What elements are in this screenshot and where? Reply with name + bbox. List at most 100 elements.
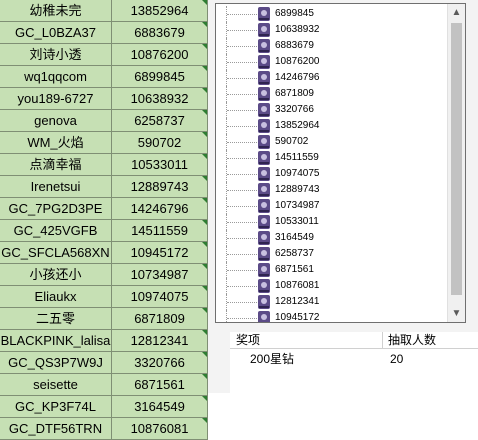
name-cell[interactable]: 二五零 [0, 308, 112, 330]
name-cell[interactable]: you189-6727 [0, 88, 112, 110]
name-cell[interactable]: GC_7PG2D3PE [0, 198, 112, 220]
id-cell[interactable]: 13852964 [112, 0, 208, 22]
name-cell[interactable]: GC_KP3F74L [0, 396, 112, 418]
tree-line [226, 310, 228, 322]
user-avatar-icon [258, 167, 270, 181]
name-cell[interactable]: 小孩还小 [0, 264, 112, 286]
id-cell[interactable]: 10974075 [112, 286, 208, 308]
scroll-down-icon[interactable]: ▼ [448, 305, 465, 322]
sheet-row: 幼稚未完 13852964 [0, 0, 208, 22]
list-item[interactable]: 10734987 [216, 198, 447, 214]
id-cell[interactable]: 6871809 [112, 308, 208, 330]
sheet-row: GC_7PG2D3PE 14246796 [0, 198, 208, 220]
id-cell[interactable]: 14511559 [112, 220, 208, 242]
list-item-label: 12889743 [275, 184, 320, 195]
name-cell[interactable]: Eliaukx [0, 286, 112, 308]
name-cell[interactable]: WM_火焰 [0, 132, 112, 154]
list-item[interactable]: 6871561 [216, 262, 447, 278]
id-cell-text: 13852964 [130, 3, 189, 18]
id-cell[interactable]: 6883679 [112, 22, 208, 44]
list-item[interactable]: 3164549 [216, 230, 447, 246]
tree-connector [227, 206, 259, 207]
id-cell[interactable]: 6258737 [112, 110, 208, 132]
name-cell[interactable]: genova [0, 110, 112, 132]
list-item[interactable]: 14246796 [216, 70, 447, 86]
comment-marker-icon [202, 242, 207, 247]
id-cell[interactable]: 10876081 [112, 418, 208, 440]
id-dropdown-list[interactable]: 6899845 10638932 6883679 10876200 14246796 68… [215, 3, 466, 323]
user-avatar-icon [258, 23, 270, 37]
name-cell[interactable]: 点滴幸福 [0, 154, 112, 176]
list-item[interactable]: 590702 [216, 134, 447, 150]
comment-marker-icon [202, 176, 207, 181]
id-cell-text: 12812341 [130, 333, 189, 348]
comment-marker-icon [202, 154, 207, 159]
id-cell[interactable]: 10533011 [112, 154, 208, 176]
id-cell[interactable]: 12812341 [112, 330, 208, 352]
tree-connector [227, 46, 259, 47]
name-cell[interactable]: GC_DTF56TRN [0, 418, 112, 440]
list-item[interactable]: 10638932 [216, 22, 447, 38]
sheet-row: GC_DTF56TRN 10876081 [0, 418, 208, 440]
name-cell[interactable]: GC_425VGFB [0, 220, 112, 242]
comment-marker-icon [202, 374, 207, 379]
tree-connector [227, 110, 259, 111]
list-item[interactable]: 14511559 [216, 150, 447, 166]
list-item[interactable]: 6871809 [216, 86, 447, 102]
id-cell[interactable]: 590702 [112, 132, 208, 154]
id-cell[interactable]: 10638932 [112, 88, 208, 110]
list-item[interactable]: 6258737 [216, 246, 447, 262]
name-cell[interactable]: GC_SFCLA568XN [0, 242, 112, 264]
id-cell[interactable]: 14246796 [112, 198, 208, 220]
user-avatar-icon [258, 39, 270, 53]
list-item[interactable]: 3320766 [216, 102, 447, 118]
count-header: 抽取人数 [388, 333, 437, 347]
list-item[interactable]: 6883679 [216, 38, 447, 54]
id-cell-text: 14511559 [131, 223, 188, 238]
dropdown-scrollbar[interactable]: ▲ ▼ [447, 4, 465, 322]
id-cell[interactable]: 6899845 [112, 66, 208, 88]
scroll-up-icon[interactable]: ▲ [448, 4, 465, 21]
scroll-thumb[interactable] [451, 23, 462, 295]
list-item[interactable]: 12889743 [216, 182, 447, 198]
comment-marker-icon [202, 66, 207, 71]
list-item[interactable]: 10974075 [216, 166, 447, 182]
name-cell[interactable]: GC_QS3P7W9J [0, 352, 112, 374]
prize-cell: 200星钻 [250, 352, 295, 366]
sheet-row: GC_QS3P7W9J 3320766 [0, 352, 208, 374]
list-item[interactable]: 10945172 [216, 310, 447, 322]
sheet-row: GC_425VGFB 14511559 [0, 220, 208, 242]
list-item[interactable]: 13852964 [216, 118, 447, 134]
list-item[interactable]: 10876081 [216, 278, 447, 294]
tree-connector [227, 318, 259, 319]
name-cell[interactable]: BLACKPINK_lalisa [0, 330, 112, 352]
sheet-row: WM_火焰 590702 [0, 132, 208, 154]
name-cell[interactable]: wq1qqcom [0, 66, 112, 88]
id-cell-text: 3320766 [134, 355, 185, 370]
id-cell-text: 6883679 [134, 25, 185, 40]
list-item[interactable]: 10533011 [216, 214, 447, 230]
name-cell[interactable]: 刘诗小透 [0, 44, 112, 66]
tree-connector [227, 78, 259, 79]
name-cell[interactable]: Irenetsui [0, 176, 112, 198]
id-cell[interactable]: 10945172 [112, 242, 208, 264]
list-item[interactable]: 12812341 [216, 294, 447, 310]
list-item[interactable]: 10876200 [216, 54, 447, 70]
id-cell-text: 12889743 [130, 179, 189, 194]
list-item[interactable]: 6899845 [216, 6, 447, 22]
table-row[interactable]: 200星钻 20 [230, 349, 478, 369]
name-cell[interactable]: GC_L0BZA37 [0, 22, 112, 44]
id-cell[interactable]: 10876200 [112, 44, 208, 66]
comment-marker-icon [202, 308, 207, 313]
name-cell[interactable]: 幼稚未完 [0, 0, 112, 22]
id-cell[interactable]: 10734987 [112, 264, 208, 286]
user-avatar-icon [258, 311, 270, 322]
id-cell-text: 10945172 [130, 245, 189, 260]
user-avatar-icon [258, 7, 270, 21]
tree-connector [227, 94, 259, 95]
id-cell[interactable]: 3320766 [112, 352, 208, 374]
id-cell[interactable]: 3164549 [112, 396, 208, 418]
tree-connector [227, 62, 259, 63]
comment-marker-icon [202, 418, 207, 423]
id-cell[interactable]: 12889743 [112, 176, 208, 198]
